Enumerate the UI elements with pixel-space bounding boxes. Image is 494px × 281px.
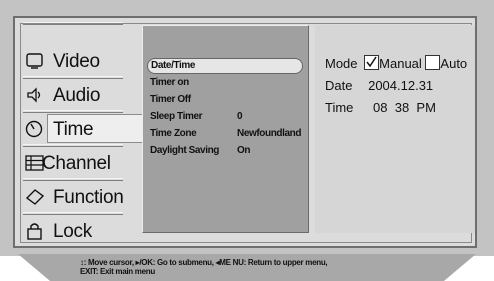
menu-separator bbox=[23, 178, 123, 181]
menu-label: Function bbox=[53, 187, 124, 208]
menu-separator bbox=[23, 110, 123, 113]
menu-item-function[interactable]: Function bbox=[18, 182, 129, 212]
time-row[interactable]: Time 08 38 PM bbox=[325, 100, 436, 115]
manual-checkbox[interactable] bbox=[364, 55, 380, 70]
auto-checkbox[interactable] bbox=[425, 55, 441, 70]
help-text: ↕: Move cursor, ▸/OK: Go to submenu, ◂ME… bbox=[80, 258, 440, 278]
tv-icon bbox=[25, 52, 45, 70]
menu-item-lock[interactable]: Lock bbox=[18, 216, 129, 246]
submenu-label: Timer Off bbox=[150, 94, 191, 105]
submenu-value: On bbox=[237, 145, 251, 156]
submenu-value: 0 bbox=[237, 111, 243, 122]
menu-item-video[interactable]: Video bbox=[18, 46, 129, 76]
auto-option-label: Auto bbox=[440, 56, 468, 71]
lock-icon bbox=[25, 222, 45, 240]
menu-item-channel[interactable]: Channel bbox=[18, 148, 129, 178]
manual-option-label: Manual bbox=[379, 56, 422, 71]
date-label: Date bbox=[325, 78, 353, 93]
menu-item-time[interactable]: Time bbox=[18, 114, 159, 144]
submenu-item-sleep-timer[interactable]: Sleep Timer 0 bbox=[150, 111, 243, 126]
mode-row: Mode Manual Auto bbox=[325, 55, 467, 71]
submenu-item-daylight-saving[interactable]: Daylight Saving On bbox=[150, 145, 250, 160]
menu-separator bbox=[23, 22, 123, 25]
menu-label: Lock bbox=[53, 221, 92, 242]
submenu-label: Time Zone bbox=[150, 128, 197, 139]
date-row[interactable]: Date 2004.12.31 bbox=[325, 78, 433, 93]
help-line-1: ↕: Move cursor, ▸/OK: Go to submenu, ◂ME… bbox=[80, 258, 328, 267]
time-submenu: Date/Time Timer on Timer Off Sleep Timer… bbox=[142, 25, 309, 233]
menu-label: Video bbox=[53, 51, 100, 72]
help-line-2: EXIT: Exit main menu bbox=[80, 267, 155, 276]
menu-label: Channel bbox=[42, 153, 111, 174]
submenu-value: Newfoundland bbox=[237, 128, 302, 139]
main-menu: Video Audio Time Channel Function Lock bbox=[18, 22, 159, 242]
date-value: 2004.12.31 bbox=[368, 78, 434, 93]
menu-label: Time bbox=[53, 119, 94, 140]
time-label: Time bbox=[325, 100, 354, 115]
menu-separator bbox=[23, 76, 123, 79]
submenu-item-time-zone[interactable]: Time Zone Newfoundland bbox=[150, 128, 301, 143]
menu-label: Audio bbox=[53, 85, 101, 106]
time-value: 08 38 PM bbox=[373, 100, 436, 115]
clock-icon bbox=[25, 120, 45, 138]
submenu-label: Timer on bbox=[150, 77, 189, 88]
submenu-label: Daylight Saving bbox=[150, 145, 220, 156]
submenu-item-timer-off[interactable]: Timer Off bbox=[150, 94, 191, 109]
date-time-panel: Mode Manual Auto Date 2004.12.31 Time 08… bbox=[315, 25, 475, 233]
function-tag-icon bbox=[25, 188, 45, 206]
submenu-item-timer-on[interactable]: Timer on bbox=[150, 77, 189, 92]
submenu-item-date-time[interactable]: Date/Time bbox=[147, 58, 303, 74]
speaker-icon bbox=[25, 86, 45, 104]
menu-separator bbox=[23, 212, 123, 215]
menu-separator bbox=[23, 144, 123, 147]
mode-label: Mode bbox=[325, 56, 358, 71]
submenu-label: Date/Time bbox=[151, 60, 196, 71]
submenu-label: Sleep Timer bbox=[150, 111, 203, 122]
menu-item-audio[interactable]: Audio bbox=[18, 80, 129, 110]
